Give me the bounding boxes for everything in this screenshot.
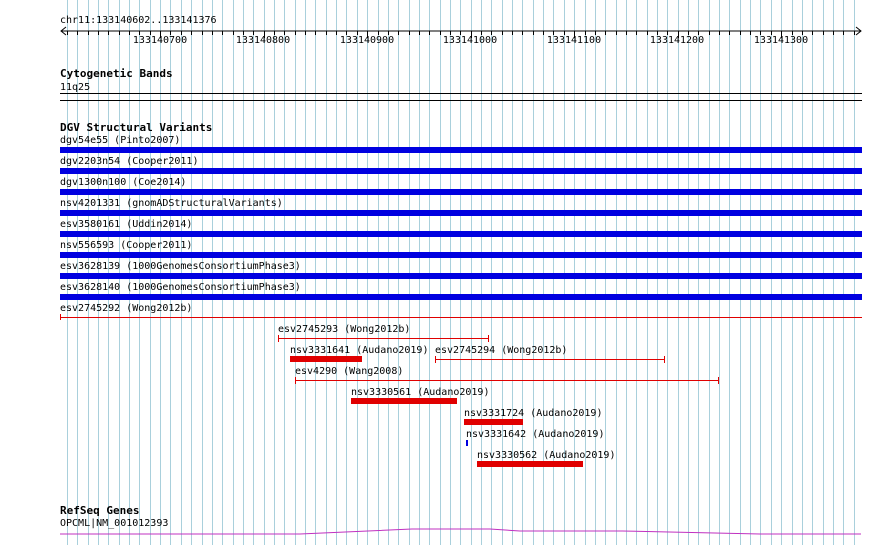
dgv-row-label: esv3580161 (Uddin2014) xyxy=(60,219,193,230)
dgv-feature-label: esv2745294 (Wong2012b) xyxy=(435,345,568,356)
ruler-tick-label: 133140800 xyxy=(235,35,291,46)
dgv-feature-label: nsv3331724 (Audano2019) xyxy=(464,408,603,419)
cytoband-track-title[interactable]: Cytogenetic Bands xyxy=(60,68,173,80)
dgv-variant-bar[interactable] xyxy=(60,294,862,300)
dgv-variant-bar[interactable] xyxy=(60,189,862,195)
ruler-tick-label: 133140700 xyxy=(132,35,188,46)
dgv-row-label: esv3628139 (1000GenomesConsortiumPhase3) xyxy=(60,261,301,272)
dgv-variant-bar[interactable] xyxy=(464,419,523,425)
dgv-variant-end-tick xyxy=(295,377,296,384)
dgv-row-label: esv2745292 (Wong2012b) xyxy=(60,303,193,314)
dgv-variant-bar[interactable] xyxy=(60,168,862,174)
dgv-variant-bar[interactable] xyxy=(351,398,457,404)
refseq-gene-model[interactable] xyxy=(0,524,890,540)
ruler-tick-label: 133141300 xyxy=(753,35,809,46)
dgv-variant-bar[interactable] xyxy=(60,147,862,153)
dgv-feature-label: esv4290 (Wang2008) xyxy=(295,366,404,377)
dgv-variant-bar[interactable] xyxy=(60,210,862,216)
dgv-variant-end-tick xyxy=(60,314,61,320)
dgv-variant-end-tick xyxy=(278,335,279,342)
dgv-variant-bar[interactable] xyxy=(477,461,583,467)
dgv-row-label: dgv2203n54 (Cooper2011) xyxy=(60,156,199,167)
cytoband-label: 11q25 xyxy=(60,82,91,93)
refseq-track-title[interactable]: RefSeq Genes xyxy=(60,505,139,517)
dgv-feature-label: nsv3330562 (Audano2019) xyxy=(477,450,616,461)
dgv-variant-line[interactable] xyxy=(278,338,489,339)
dgv-row-label: esv3628140 (1000GenomesConsortiumPhase3) xyxy=(60,282,301,293)
dgv-variant-bar[interactable] xyxy=(466,440,468,446)
dgv-variant-bar[interactable] xyxy=(60,252,862,258)
ruler-tick-label: 133141000 xyxy=(442,35,498,46)
dgv-variant-bar[interactable] xyxy=(60,231,862,237)
dgv-variant-end-tick xyxy=(718,377,719,384)
cytoband-bottom-border xyxy=(60,100,862,101)
ruler-tick-label: 133141200 xyxy=(649,35,705,46)
dgv-variant-line[interactable] xyxy=(295,380,719,381)
cytoband-top-border xyxy=(60,93,862,94)
dgv-row-label: nsv556593 (Cooper2011) xyxy=(60,240,193,251)
dgv-feature-label: nsv3331641 (Audano2019) xyxy=(290,345,429,356)
dgv-feature-label: nsv3331642 (Audano2019) xyxy=(466,429,605,440)
dgv-variant-end-tick xyxy=(664,356,665,363)
dgv-variant-line[interactable] xyxy=(435,359,665,360)
dgv-track-title[interactable]: DGV Structural Variants xyxy=(60,122,212,134)
dgv-feature-label: esv2745293 (Wong2012b) xyxy=(278,324,411,335)
ruler-tick-label: 133141100 xyxy=(546,35,602,46)
ruler-tick-label: 133140900 xyxy=(339,35,395,46)
dgv-row-label: dgv1300n100 (Coe2014) xyxy=(60,177,187,188)
dgv-variant-bar[interactable] xyxy=(60,273,862,279)
dgv-variant-bar[interactable] xyxy=(290,356,362,362)
dgv-variant-end-tick xyxy=(435,356,436,363)
dgv-row-label: dgv54e55 (Pinto2007) xyxy=(60,135,181,146)
dgv-variant-end-tick xyxy=(488,335,489,342)
dgv-variant-line[interactable] xyxy=(60,317,862,318)
dgv-feature-label: nsv3330561 (Audano2019) xyxy=(351,387,490,398)
dgv-row-label: nsv4201331 (gnomADStructuralVariants) xyxy=(60,198,283,209)
